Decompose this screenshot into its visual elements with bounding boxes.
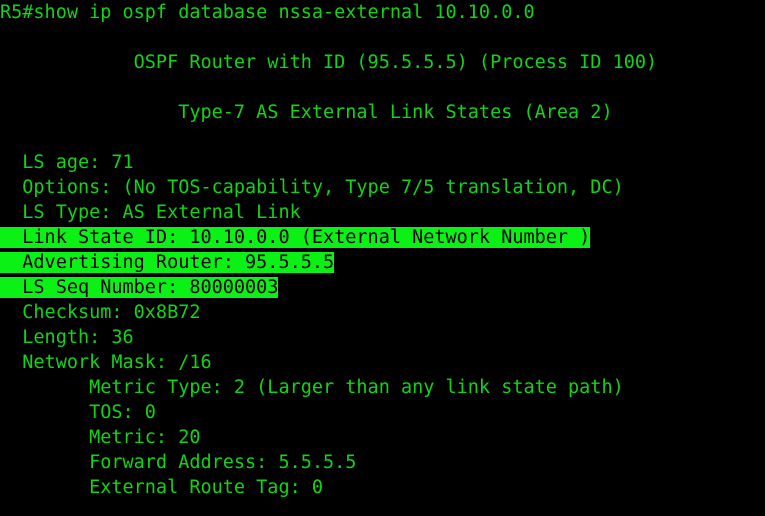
lsa-advertising-router-text: Advertising Router: 95.5.5.5 bbox=[0, 252, 335, 273]
lsa-length: Length: 36 bbox=[0, 325, 765, 350]
lsa-tos-text: TOS: 0 bbox=[0, 402, 156, 423]
lsa-metric: Metric: 20 bbox=[0, 425, 765, 450]
lsa-checksum-text: Checksum: 0x8B72 bbox=[0, 302, 201, 323]
lsa-metric-text: Metric: 20 bbox=[0, 427, 201, 448]
command-line: R5#show ip ospf database nssa-external 1… bbox=[0, 0, 765, 25]
lsa-link-state-id-highlighted: Link State ID: 10.10.0.0 (External Netwo… bbox=[0, 225, 765, 250]
lsa-options-text: Options: (No TOS-capability, Type 7/5 tr… bbox=[0, 177, 624, 198]
lsa-length-text: Length: 36 bbox=[0, 327, 134, 348]
lsa-ls-type-text: LS Type: AS External Link bbox=[0, 202, 301, 223]
lsa-link-state-id-text: Link State ID: 10.10.0.0 (External Netwo… bbox=[0, 227, 591, 248]
lsa-metric-type-text: Metric Type: 2 (Larger than any link sta… bbox=[0, 377, 624, 398]
ospf-router-header: OSPF Router with ID (95.5.5.5) (Process … bbox=[0, 50, 765, 75]
lsa-external-route-tag: External Route Tag: 0 bbox=[0, 475, 765, 500]
lsa-checksum: Checksum: 0x8B72 bbox=[0, 300, 765, 325]
lsa-ls-age-text: LS age: 71 bbox=[0, 152, 134, 173]
terminal-screen: R5#show ip ospf database nssa-external 1… bbox=[0, 0, 765, 500]
lsa-advertising-router-highlighted: Advertising Router: 95.5.5.5 bbox=[0, 250, 765, 275]
lsa-options: Options: (No TOS-capability, Type 7/5 tr… bbox=[0, 175, 765, 200]
lsa-forward-address: Forward Address: 5.5.5.5 bbox=[0, 450, 765, 475]
ospf-router-header-text: OSPF Router with ID (95.5.5.5) (Process … bbox=[0, 52, 658, 73]
lsa-forward-address-text: Forward Address: 5.5.5.5 bbox=[0, 452, 357, 473]
lsa-metric-type: Metric Type: 2 (Larger than any link sta… bbox=[0, 375, 765, 400]
terminal-window[interactable]: R5#show ip ospf database nssa-external 1… bbox=[0, 0, 765, 516]
section-header: Type-7 AS External Link States (Area 2) bbox=[0, 100, 765, 125]
lsa-external-route-tag-text: External Route Tag: 0 bbox=[0, 477, 324, 498]
lsa-ls-seq-number-highlighted: LS Seq Number: 80000003 bbox=[0, 275, 765, 300]
lsa-ls-age: LS age: 71 bbox=[0, 150, 765, 175]
section-header-text: Type-7 AS External Link States (Area 2) bbox=[0, 102, 613, 123]
lsa-ls-type: LS Type: AS External Link bbox=[0, 200, 765, 225]
lsa-network-mask-text: Network Mask: /16 bbox=[0, 352, 212, 373]
command-text: R5#show ip ospf database nssa-external 1… bbox=[0, 2, 535, 23]
lsa-tos: TOS: 0 bbox=[0, 400, 765, 425]
lsa-ls-seq-number-text: LS Seq Number: 80000003 bbox=[0, 277, 279, 298]
lsa-network-mask: Network Mask: /16 bbox=[0, 350, 765, 375]
